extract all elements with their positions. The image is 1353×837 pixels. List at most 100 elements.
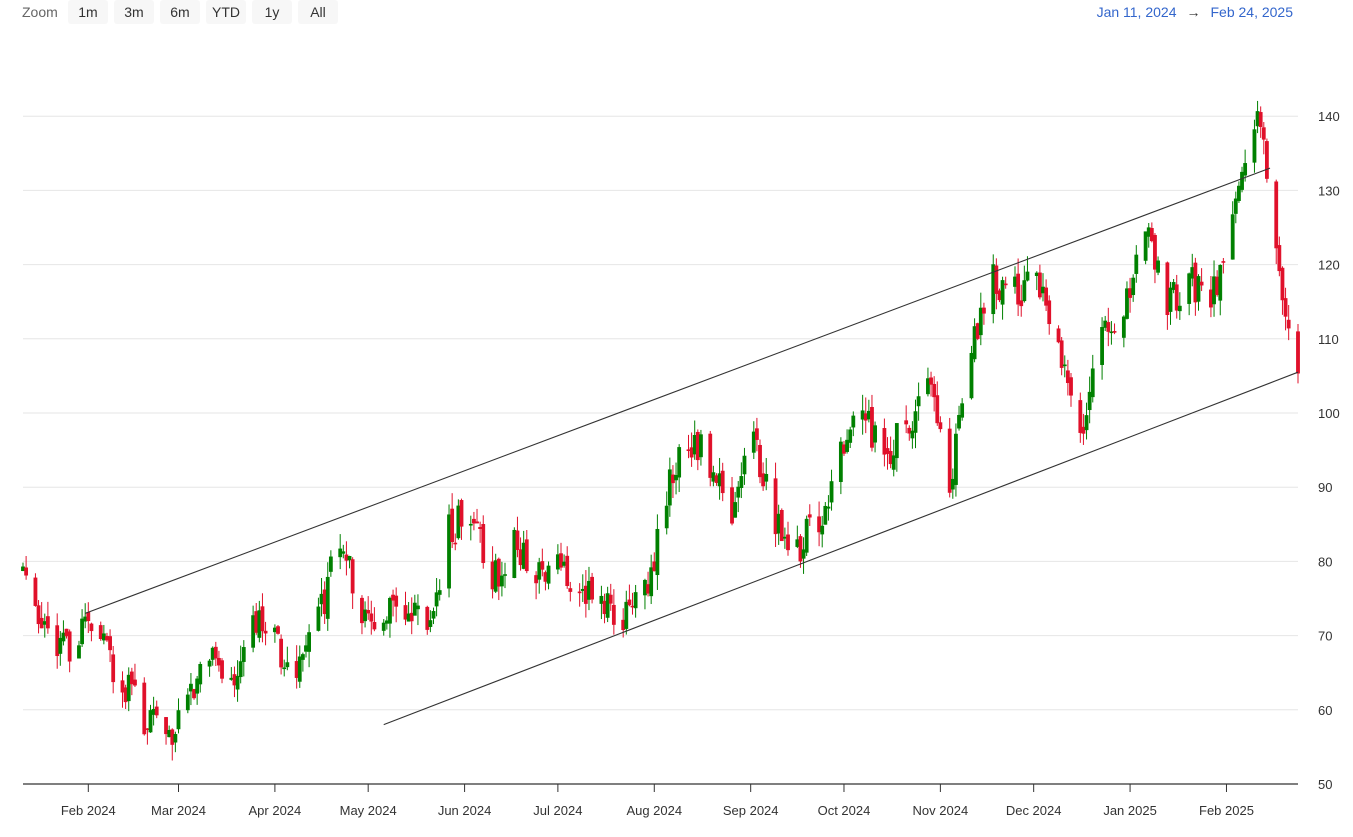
candle-body [189,683,193,692]
x-tick-label: Feb 2025 [1199,803,1254,818]
candle-body [720,470,725,494]
candle-body [1230,214,1235,260]
candle-body [938,422,943,430]
candle-body [736,486,741,498]
candle-body [742,455,747,475]
candle-body [1187,273,1192,304]
candle-body [496,558,501,587]
candle-body [820,525,825,535]
candle-body [882,428,887,455]
candle-body [409,612,414,622]
candle-body [1212,276,1216,305]
candle-body [978,307,983,336]
y-axis: 50 60 70 80 90 100 110 120 130 140 [1318,109,1340,792]
y-tick-label: 90 [1318,480,1332,495]
x-tick-label: Aug 2024 [626,803,682,818]
candle-body [456,505,461,539]
candle-body [1221,261,1226,263]
x-tick-label: Jul 2024 [533,803,582,818]
candle-body [860,410,865,420]
candle-body [1261,127,1266,140]
candles [21,100,1300,761]
candle-body [695,431,700,461]
candle-body [260,606,265,632]
candle-body [904,420,909,425]
candle-body [1240,171,1244,190]
candle-body [475,521,479,524]
candle-body [1134,254,1139,274]
candle-body [1286,319,1291,329]
candle-body [229,677,234,680]
candle-body [210,647,215,660]
candle-body [192,688,196,699]
candle-body [279,638,284,668]
candle-body [366,609,371,614]
candle-body [515,530,520,550]
candle-body [232,674,237,686]
candle-body [126,674,131,702]
candle-body [1153,234,1157,270]
candle-body [1106,322,1111,332]
candle-body [1034,272,1039,276]
candle-body [272,627,277,633]
candle-body [500,575,504,587]
candle-body [733,502,738,518]
candle-body [36,605,41,625]
candle-body [624,601,629,629]
candle-body [926,378,930,395]
candle-body [198,664,203,685]
candle-body [870,407,874,448]
candle-body [590,576,594,600]
candle-body [786,534,790,551]
candle-body [761,473,766,487]
candle-body [316,606,321,631]
x-tick-label: Apr 2024 [249,803,302,818]
candle-body [338,548,343,558]
x-tick-label: Dec 2024 [1006,803,1062,818]
y-tick-label: 120 [1318,258,1340,273]
candle-body [851,415,856,428]
candle-body [910,430,915,439]
candle-body [664,505,669,529]
x-tick-label: May 2024 [340,803,397,818]
candle-body [646,584,650,594]
y-tick-label: 100 [1318,406,1340,421]
y-tick-label: 60 [1318,703,1332,718]
candle-body [1059,340,1064,368]
candle-body [1078,400,1083,433]
x-tick-label: Oct 2024 [818,803,871,818]
candle-body [652,561,657,572]
candle-body [388,597,392,624]
candle-body [1265,141,1269,179]
candle-body [1177,305,1182,312]
candle-body [391,594,395,601]
candle-body [123,687,128,703]
candle-body [490,561,495,590]
candle-body [583,585,588,604]
candle-body [347,555,352,561]
candle-body [145,728,150,730]
candle-body [643,579,647,596]
candle-body [1084,415,1089,431]
candle-body [105,636,109,641]
candle-body [503,574,507,576]
candle-body [325,576,330,619]
candle-body [674,475,678,481]
candle-body [975,323,980,339]
candle-body [565,555,570,587]
candle-body [779,510,784,542]
candle-body [608,594,613,604]
candle-body [739,476,744,488]
candle-body [1003,283,1008,286]
candle-body [907,427,912,434]
candle-body [1277,245,1282,272]
candle-body [1168,287,1173,312]
candle-body [842,444,846,454]
candle-body [1218,265,1223,301]
candle-body [384,620,389,624]
candle-body [412,602,417,616]
candle-body [848,429,853,443]
candle-body [195,678,200,694]
grid-lines [23,115,1298,785]
candle-body [801,549,806,559]
